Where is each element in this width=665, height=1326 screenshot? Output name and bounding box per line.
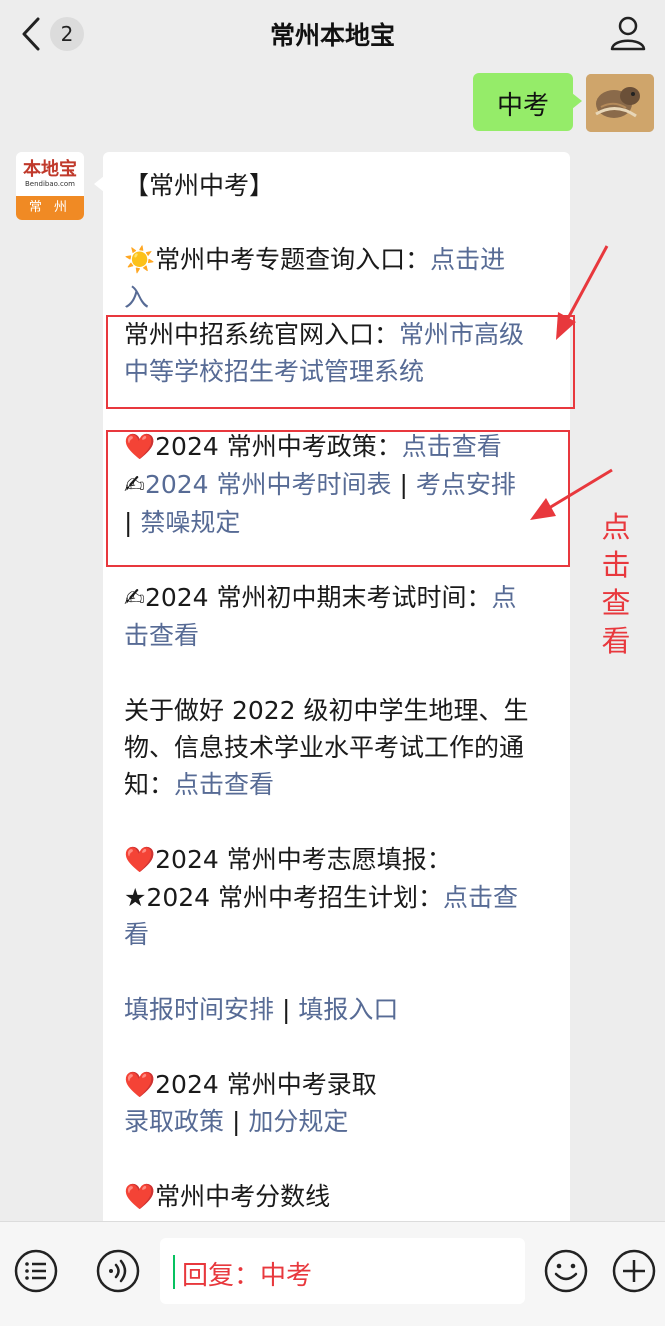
highlight-box-official bbox=[106, 315, 575, 409]
outgoing-message[interactable]: 中考 bbox=[473, 73, 582, 131]
notice-label: 知： bbox=[124, 770, 175, 799]
section-fill: 填报时间安排 | 填报入口 bbox=[124, 995, 398, 1025]
topic-query-link-cont[interactable]: 入 bbox=[124, 283, 149, 313]
chat-title: 常州本地宝 bbox=[269, 21, 395, 50]
voice-icon[interactable] bbox=[95, 1248, 141, 1294]
admission-policy-link[interactable]: 录取政策 bbox=[124, 1107, 224, 1136]
text-cursor bbox=[173, 1255, 175, 1289]
self-avatar[interactable] bbox=[586, 74, 654, 132]
bot-avatar[interactable]: 本地宝 Bendibao.com 常 州 bbox=[16, 152, 84, 220]
message-input[interactable]: 回复：中考 bbox=[160, 1238, 525, 1304]
section-enroll-plan: ★2024 常州中考招生计划：点击查 bbox=[124, 883, 518, 913]
notice-link[interactable]: 点击查看 bbox=[174, 770, 274, 799]
message-title: 【常州中考】 bbox=[124, 171, 275, 200]
avatar-city: 常 州 bbox=[16, 196, 84, 220]
bonus-rule-link[interactable]: 加分规定 bbox=[248, 1107, 348, 1136]
section-topic-query: ☀️常州中考专题查询入口：点击进 bbox=[124, 245, 505, 275]
outgoing-text: 中考 bbox=[496, 91, 549, 121]
fill-entry-link[interactable]: 填报入口 bbox=[298, 995, 398, 1024]
avatar-brand: 本地宝 bbox=[23, 159, 77, 180]
score-line-heading: ❤️常州中考分数线 bbox=[124, 1182, 331, 1211]
topic-query-link[interactable]: 点击进 bbox=[430, 245, 505, 274]
notice-line-1: 关于做好 2022 级初中学生地理、生 bbox=[124, 696, 529, 725]
topic-query-label: ☀️常州中考专题查询入口： bbox=[124, 245, 431, 274]
final-exam-link-cont[interactable]: 击查看 bbox=[124, 621, 199, 651]
separator: | bbox=[274, 995, 299, 1024]
annotation-side-text: 点击查看 bbox=[601, 510, 631, 658]
chat-header: 2 常州本地宝 bbox=[0, 0, 665, 72]
volunteer-heading: ❤️2024 常州中考志愿填报： bbox=[124, 845, 452, 874]
admission-heading: ❤️2024 常州中考录取 bbox=[124, 1070, 377, 1099]
input-bar: 回复：中考 bbox=[0, 1221, 665, 1326]
separator: | bbox=[224, 1107, 249, 1136]
plus-icon[interactable] bbox=[611, 1248, 657, 1294]
smile-icon[interactable] bbox=[543, 1248, 589, 1294]
notice-line-3: 知：点击查看 bbox=[124, 770, 274, 800]
input-text: 回复：中考 bbox=[182, 1261, 313, 1291]
person-icon[interactable] bbox=[609, 14, 647, 52]
section-final-exam: ✍2024 常州初中期末考试时间：点 bbox=[124, 583, 517, 613]
section-admission: 录取政策 | 加分规定 bbox=[124, 1107, 348, 1137]
highlight-box-policy bbox=[106, 430, 570, 567]
final-exam-label: ✍2024 常州初中期末考试时间： bbox=[124, 583, 492, 612]
notice-line-2: 物、信息技术学业水平考试工作的通 bbox=[124, 733, 525, 762]
final-exam-link[interactable]: 点 bbox=[492, 583, 517, 612]
enroll-plan-link-cont[interactable]: 看 bbox=[124, 920, 149, 950]
enroll-plan-link[interactable]: 点击查 bbox=[443, 883, 518, 912]
enroll-plan-label: ★2024 常州中考招生计划： bbox=[124, 883, 443, 912]
fill-schedule-link[interactable]: 填报时间安排 bbox=[124, 995, 274, 1024]
avatar-url: Bendibao.com bbox=[24, 180, 75, 188]
list-icon[interactable] bbox=[13, 1248, 59, 1294]
